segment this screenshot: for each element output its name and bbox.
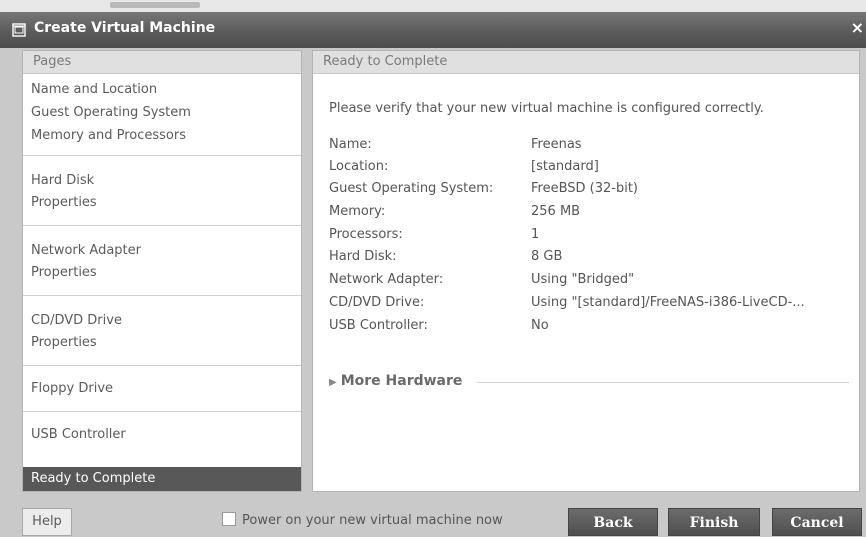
summary-row-memory: Memory: 256 MB [329, 204, 580, 219]
background-fragment [110, 2, 200, 8]
page-floppy-drive[interactable]: Floppy Drive [31, 378, 301, 400]
pages-panel-header: Pages [23, 51, 301, 74]
page-guest-operating-system[interactable]: Guest Operating System [31, 101, 301, 124]
page-network-adapter-properties[interactable]: Properties [31, 262, 301, 284]
title-bar[interactable]: Create Virtual Machine × [0, 12, 866, 48]
divider [477, 382, 849, 383]
power-on-option: Power on your new virtual machine now [222, 512, 503, 528]
summary-value: 256 MB [531, 204, 581, 219]
close-icon[interactable]: × [851, 18, 864, 37]
help-button[interactable]: Help [22, 508, 72, 536]
page-memory-and-processors[interactable]: Memory and Processors [31, 124, 301, 147]
summary-row-processors: Processors: 1 [329, 227, 539, 242]
summary-value: Freenas [531, 137, 582, 152]
summary-label: Network Adapter: [329, 272, 444, 287]
window-title: Create Virtual Machine [34, 20, 216, 36]
summary-value: [standard] [531, 159, 599, 174]
summary-value: Using "[standard]/FreeNAS-i386-LiveCD-..… [531, 295, 805, 310]
more-hardware-label: More Hardware [340, 373, 463, 389]
page-name-and-location[interactable]: Name and Location [31, 78, 301, 101]
summary-value: FreeBSD (32-bit) [531, 181, 639, 196]
finish-button[interactable]: Finish [668, 508, 760, 536]
summary-label: Name: [329, 137, 372, 152]
summary-row-hard-disk: Hard Disk: 8 GB [329, 249, 562, 264]
summary-row-usb-controller: USB Controller: No [329, 318, 549, 333]
power-on-label: Power on your new virtual machine now [242, 513, 503, 528]
summary-value: Using "Bridged" [531, 272, 635, 287]
summary-value: 1 [531, 227, 540, 242]
summary-row-name: Name: Freenas [329, 137, 582, 152]
summary-label: Processors: [329, 227, 403, 242]
summary-row-network-adapter: Network Adapter: Using "Bridged" [329, 272, 634, 287]
pages-panel: Pages Name and Location Guest Operating … [22, 50, 302, 492]
page-group-hard-disk: Hard Disk Properties [23, 156, 301, 226]
page-group-network-adapter: Network Adapter Properties [23, 226, 301, 296]
background-strip [0, 0, 866, 12]
power-on-checkbox[interactable] [222, 512, 236, 526]
summary-label: CD/DVD Drive: [329, 295, 425, 310]
summary-panel-header: Ready to Complete [313, 51, 859, 74]
summary-value: 8 GB [531, 249, 563, 264]
page-cd-dvd-drive[interactable]: CD/DVD Drive [31, 310, 301, 332]
summary-value: No [531, 318, 549, 333]
more-hardware-toggle[interactable]: ▶ More Hardware [329, 373, 462, 389]
page-network-adapter[interactable]: Network Adapter [31, 240, 301, 262]
page-group-general: Name and Location Guest Operating System… [23, 74, 301, 156]
summary-intro: Please verify that your new virtual mach… [329, 101, 764, 116]
cancel-button[interactable]: Cancel [772, 508, 862, 536]
page-ready-to-complete[interactable]: Ready to Complete [23, 467, 301, 491]
page-group-floppy: Floppy Drive [23, 366, 301, 412]
summary-label: Hard Disk: [329, 249, 397, 264]
summary-row-location: Location: [standard] [329, 159, 599, 174]
summary-row-guest-os: Guest Operating System: FreeBSD (32-bit) [329, 181, 638, 196]
summary-label: USB Controller: [329, 318, 428, 333]
page-usb-controller[interactable]: USB Controller [31, 424, 301, 446]
summary-row-cd-dvd: CD/DVD Drive: Using "[standard]/FreeNAS-i… [329, 295, 805, 310]
back-button[interactable]: Back [568, 508, 658, 536]
summary-label: Guest Operating System: [329, 181, 494, 196]
page-group-cd-dvd: CD/DVD Drive Properties [23, 296, 301, 366]
page-hard-disk[interactable]: Hard Disk [31, 170, 301, 192]
page-hard-disk-properties[interactable]: Properties [31, 192, 301, 214]
vm-window-icon [12, 23, 26, 37]
summary-label: Memory: [329, 204, 386, 219]
summary-label: Location: [329, 159, 389, 174]
summary-panel: Ready to Complete Please verify that you… [312, 50, 860, 492]
triangle-right-icon: ▶ [329, 377, 337, 388]
page-cd-dvd-properties[interactable]: Properties [31, 332, 301, 354]
page-group-usb: USB Controller [23, 412, 301, 458]
